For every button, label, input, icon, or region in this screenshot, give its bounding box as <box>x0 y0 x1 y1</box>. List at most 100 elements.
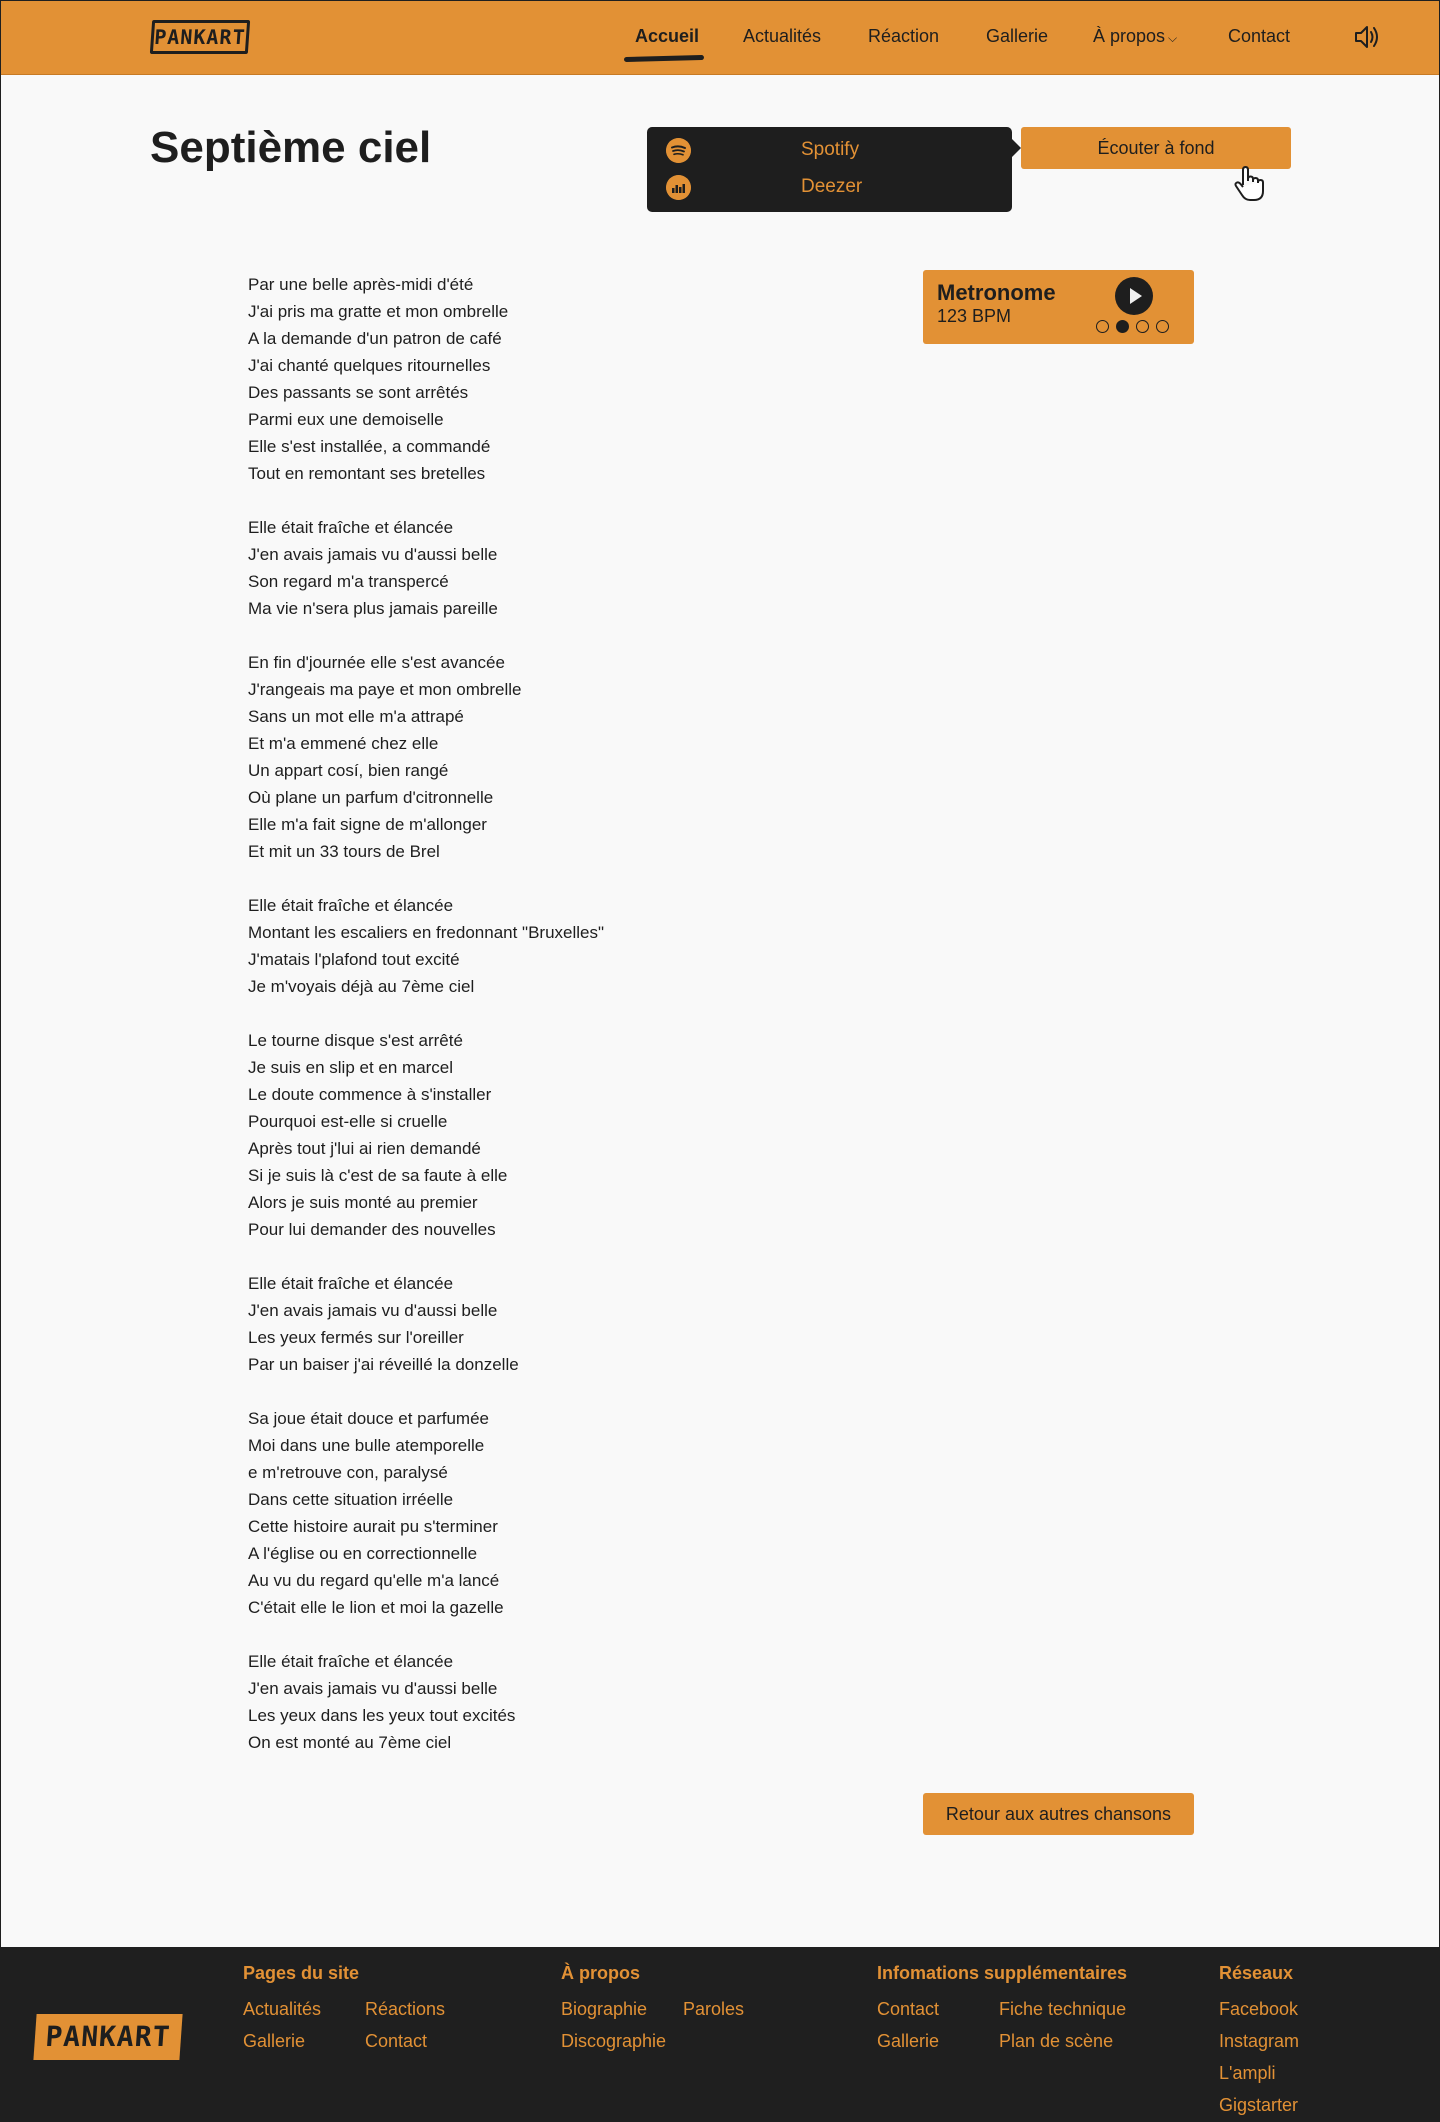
pankart-logo[interactable]: PANKART <box>149 20 251 54</box>
lyrics-line: A la demande d'un patron de café <box>248 329 502 348</box>
beat-indicator <box>1136 320 1149 333</box>
lyrics-line: Par une belle après-midi d'été <box>248 275 474 294</box>
lyrics-line: Elle m'a fait signe de m'allonger <box>248 815 487 834</box>
deezer-label: Deezer <box>801 176 863 197</box>
lyrics-line: J'rangeais ma paye et mon ombrelle <box>248 680 522 699</box>
lyrics-stanza: Sa joue était douce et parfumée Moi dans … <box>248 1405 768 1621</box>
nav-gallerie[interactable]: Gallerie <box>986 26 1048 47</box>
footer-link-lampli[interactable]: L'ampli <box>1219 2063 1275 2084</box>
metronome-beat-indicators <box>1096 320 1176 338</box>
hand-cursor-icon <box>1234 166 1264 201</box>
lyrics-line: Où plane un parfum d'citronnelle <box>248 788 494 807</box>
lyrics-line: Sans un mot elle m'a attrapé <box>248 707 464 726</box>
lyrics-stanza: Le tourne disque s'est arrêté Je suis en … <box>248 1027 768 1243</box>
listen-full-button[interactable]: Écouter à fond <box>1021 127 1291 169</box>
lyrics-line: Après tout j'lui ai rien demandé <box>248 1139 481 1158</box>
metronome-widget: Metronome 123 BPM <box>923 270 1194 344</box>
lyrics-stanza: Elle était fraîche et élancée J'en avais … <box>248 514 768 622</box>
lyrics-line: Dans cette situation irréelle <box>248 1490 454 1509</box>
lyrics-line: Sa joue était douce et parfumée <box>248 1409 489 1428</box>
footer-link-actualites[interactable]: Actualités <box>243 1999 321 2020</box>
nav-accueil[interactable]: Accueil <box>635 26 699 47</box>
footer-link-info-contact[interactable]: Contact <box>877 1999 939 2020</box>
footer-link-discographie[interactable]: Discographie <box>561 2031 666 2052</box>
lyrics-line: J'en avais jamais vu d'aussi belle <box>248 545 498 564</box>
beat-indicator <box>1116 320 1129 333</box>
lyrics-line: J'ai chanté quelques ritournelles <box>248 356 491 375</box>
lyrics-line: Le doute commence à s'installer <box>248 1085 492 1104</box>
nav-contact[interactable]: Contact <box>1228 26 1290 47</box>
streaming-link-spotify[interactable]: Spotify <box>647 132 1012 169</box>
back-to-songs-button[interactable]: Retour aux autres chansons <box>923 1793 1194 1835</box>
lyrics-line: J'matais l'plafond tout excité <box>248 950 460 969</box>
footer-link-fiche-technique[interactable]: Fiche technique <box>999 1999 1126 2020</box>
nav-actualites[interactable]: Actualités <box>743 26 821 47</box>
lyrics-line: Elle était fraîche et élancée <box>248 1652 454 1671</box>
lyrics-line: Et m'a emmené chez elle <box>248 734 439 753</box>
lyrics-line: Un appart cosí, bien rangé <box>248 761 449 780</box>
footer-link-contact[interactable]: Contact <box>365 2031 427 2052</box>
lyrics-line: Au vu du regard qu'elle m'a lancé <box>248 1571 500 1590</box>
lyrics-line: Cette histoire aurait pu s'terminer <box>248 1517 498 1536</box>
footer-link-instagram[interactable]: Instagram <box>1219 2031 1299 2052</box>
chevron-down-icon: ⌵ <box>1168 31 1178 45</box>
lyrics-line: Les yeux dans les yeux tout excités <box>248 1706 516 1725</box>
footer-link-gigstarter[interactable]: Gigstarter <box>1219 2095 1298 2116</box>
metronome-bpm: 123 BPM <box>937 306 1012 326</box>
footer-pankart-logo[interactable]: PANKART <box>33 2014 183 2060</box>
site-footer: PANKART Pages du site Actualités Réactio… <box>1 1947 1439 2122</box>
lyrics-line: Je suis en slip et en marcel <box>248 1058 454 1077</box>
song-title: Septième ciel <box>150 123 432 172</box>
lyrics-line: Je m'voyais déjà au 7ème ciel <box>248 977 475 996</box>
lyrics-line: J'ai pris ma gratte et mon ombrelle <box>248 302 509 321</box>
lyrics-stanza: Elle était fraîche et élancée J'en avais … <box>248 1648 768 1756</box>
lyrics-stanza: Par une belle après-midi d'été J'ai pris … <box>248 271 768 487</box>
lyrics-line: e m'retrouve con, paralysé <box>248 1463 448 1482</box>
footer-link-reactions[interactable]: Réactions <box>365 1999 445 2020</box>
lyrics-line: J'en avais jamais vu d'aussi belle <box>248 1679 498 1698</box>
lyrics-line: A l'église ou en correctionnelle <box>248 1544 478 1563</box>
beat-indicator <box>1156 320 1169 333</box>
footer-link-info-gallerie[interactable]: Gallerie <box>877 2031 939 2052</box>
active-nav-underline <box>623 54 705 63</box>
spotify-icon <box>666 138 691 163</box>
song-lyrics: Par une belle après-midi d'été J'ai pris … <box>248 271 768 1783</box>
lyrics-line: Le tourne disque s'est arrêté <box>248 1031 463 1050</box>
nav-reaction[interactable]: Réaction <box>868 26 939 47</box>
speaker-icon[interactable] <box>1353 23 1381 51</box>
lyrics-line: Et mit un 33 tours de Brel <box>248 842 440 861</box>
metronome-title: Metronome <box>937 280 1056 305</box>
lyrics-line: Tout en remontant ses bretelles <box>248 464 486 483</box>
lyrics-line: On est monté au 7ème ciel <box>248 1733 452 1752</box>
footer-heading-a-propos: À propos <box>561 1963 640 1983</box>
lyrics-line: C'était elle le lion et moi la gazelle <box>248 1598 504 1617</box>
streaming-link-deezer[interactable]: Deezer <box>647 169 1012 206</box>
footer-heading-pages: Pages du site <box>243 1963 360 1983</box>
lyrics-line: Pour lui demander des nouvelles <box>248 1220 496 1239</box>
streaming-menu: Spotify Deezer <box>647 127 1021 212</box>
spotify-label: Spotify <box>801 139 860 160</box>
footer-link-facebook[interactable]: Facebook <box>1219 1999 1298 2020</box>
lyrics-line: Moi dans une bulle atemporelle <box>248 1436 485 1455</box>
deezer-icon <box>666 175 691 200</box>
lyrics-line: J'en avais jamais vu d'aussi belle <box>248 1301 498 1320</box>
metronome-play-button[interactable] <box>1115 277 1153 315</box>
footer-link-paroles[interactable]: Paroles <box>683 1999 744 2020</box>
beat-indicator <box>1096 320 1109 333</box>
lyrics-line: Son regard m'a transpercé <box>248 572 449 591</box>
lyrics-stanza: Elle était fraîche et élancée J'en avais … <box>248 1270 768 1378</box>
lyrics-line: Elle était fraîche et élancée <box>248 1274 454 1293</box>
lyrics-line: Les yeux fermés sur l'oreiller <box>248 1328 464 1347</box>
nav-a-propos[interactable]: À propos ⌵ <box>1093 26 1177 47</box>
footer-link-plan-de-scene[interactable]: Plan de scène <box>999 2031 1113 2052</box>
lyrics-line: Par un baiser j'ai réveillé la donzelle <box>248 1355 519 1374</box>
lyrics-line: Elle était fraîche et élancée <box>248 896 454 915</box>
lyrics-line: Pourquoi est-elle si cruelle <box>248 1112 448 1131</box>
footer-link-gallerie[interactable]: Gallerie <box>243 2031 305 2052</box>
nav-a-propos-label: À propos <box>1093 26 1166 46</box>
footer-link-biographie[interactable]: Biographie <box>561 1999 647 2020</box>
lyrics-line: Ma vie n'sera plus jamais pareille <box>248 599 498 618</box>
footer-heading-reseaux: Réseaux <box>1219 1963 1294 1983</box>
lyrics-line: Montant les escaliers en fredonnant "Bru… <box>248 923 605 942</box>
lyrics-line: Alors je suis monté au premier <box>248 1193 478 1212</box>
